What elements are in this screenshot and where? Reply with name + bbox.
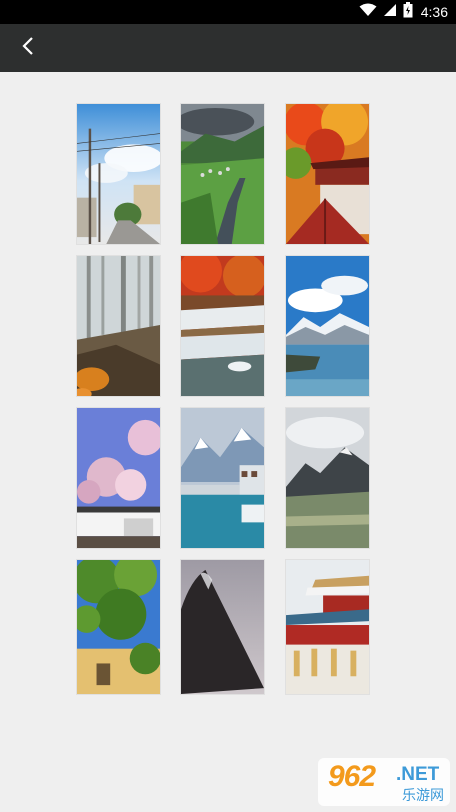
wallpaper-thumb-alpine-village[interactable] bbox=[180, 407, 265, 549]
wallpaper-thumb-misty-forest[interactable] bbox=[76, 255, 161, 397]
wallpaper-thumb-valley[interactable] bbox=[180, 103, 265, 245]
watermark-logo: 962 .NET 乐游网 bbox=[318, 758, 450, 806]
wallpaper-thumb-cherry-blossom[interactable] bbox=[76, 407, 161, 549]
wallpaper-thumb-fuji[interactable] bbox=[180, 559, 265, 695]
watermark-number: 962 bbox=[328, 760, 376, 793]
wallpaper-thumb-street[interactable] bbox=[76, 103, 161, 245]
wallpaper-thumb-waterfall[interactable] bbox=[180, 255, 265, 397]
wallpaper-thumb-snowy-lake[interactable] bbox=[285, 255, 370, 397]
wallpaper-thumb-forbidden-city[interactable] bbox=[285, 559, 370, 695]
wallpaper-grid bbox=[0, 0, 456, 812]
watermark-domain: .NET bbox=[396, 764, 440, 785]
wallpaper-thumb-mountain-meadow[interactable] bbox=[285, 407, 370, 549]
wallpaper-thumb-green-tree[interactable] bbox=[76, 559, 161, 695]
watermark-subtitle: 乐游网 bbox=[402, 787, 444, 803]
wallpaper-thumb-maple-temple[interactable] bbox=[285, 103, 370, 245]
